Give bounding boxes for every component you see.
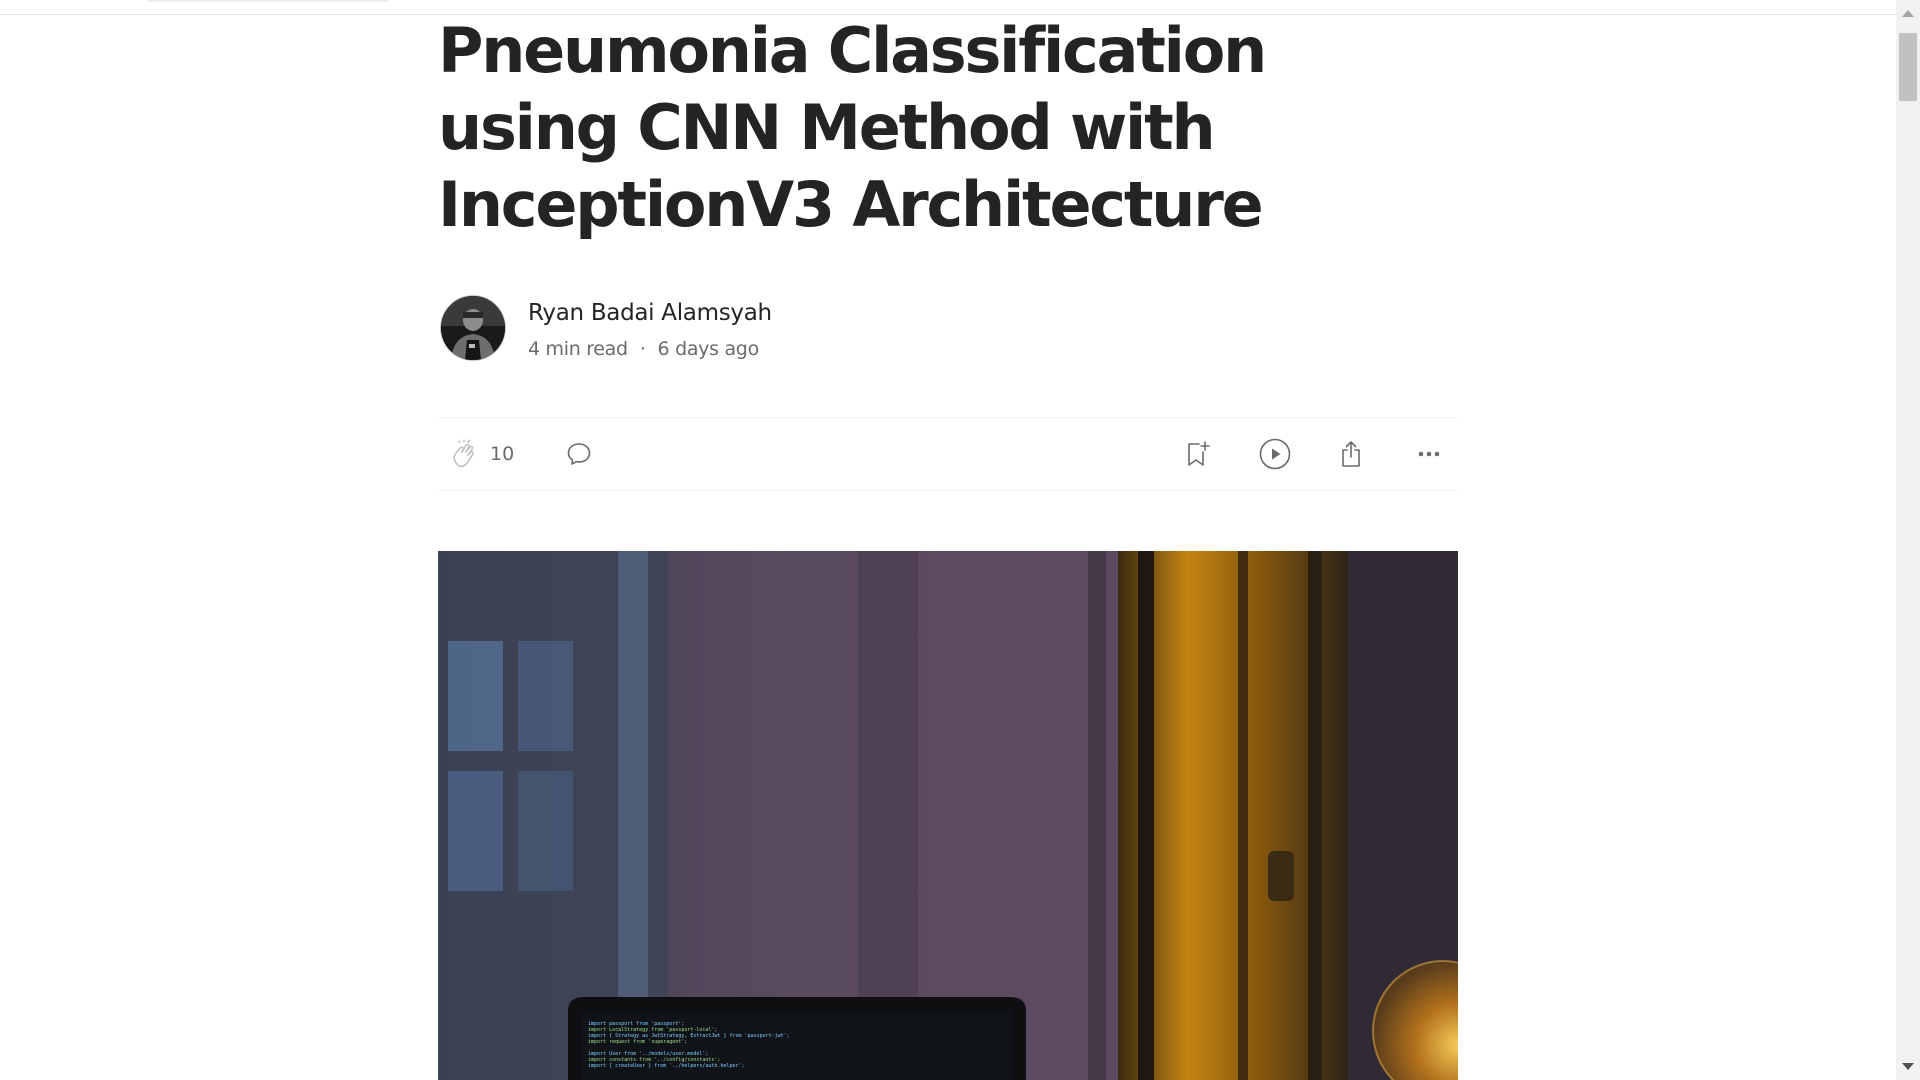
author-byline: Ryan Badai Alamsyah 4 min read · 6 days ag… [438,294,1038,364]
comment-icon [567,443,591,465]
comment-button[interactable] [564,434,594,474]
clap-button[interactable]: 10 [450,434,514,474]
play-icon [1259,438,1291,470]
article-meta: 4 min read · 6 days ago [528,338,759,360]
author-name-link[interactable]: Ryan Badai Alamsyah [528,300,772,326]
clap-count: 10 [490,443,515,465]
more-icon [1418,451,1440,457]
svg-text:import request from 'superagen: import request from 'superagent'; [588,1039,687,1045]
more-options-button[interactable] [1414,434,1444,474]
scrollbar-thumb[interactable] [1899,33,1917,101]
author-avatar[interactable] [441,296,505,360]
article-title: Pneumonia Classification using CNN Metho… [438,14,1267,241]
scroll-up-arrow-icon[interactable] [1902,10,1914,17]
bookmark-add-icon [1188,441,1210,466]
listen-button[interactable] [1258,434,1292,474]
share-icon [1342,441,1360,467]
article-action-bar: 10 [438,417,1458,491]
clap-icon [453,439,475,468]
scroll-down-arrow-icon[interactable] [1902,1063,1914,1070]
hero-photo: import passport from 'passport'; import … [438,551,1458,1080]
vertical-scrollbar[interactable] [1896,0,1920,1080]
hero-image: import passport from 'passport'; import … [438,551,1458,1080]
svg-text:import { createUser } from '..: import { createUser } from '../helpers/a… [588,1063,745,1069]
read-time: 4 min read [528,338,628,360]
avatar-photo [441,296,505,360]
save-button[interactable] [1182,434,1212,474]
top-nav-remnant [148,0,388,2]
share-button[interactable] [1336,434,1366,474]
publish-date: 6 days ago [657,338,760,360]
meta-separator: · [639,338,646,360]
